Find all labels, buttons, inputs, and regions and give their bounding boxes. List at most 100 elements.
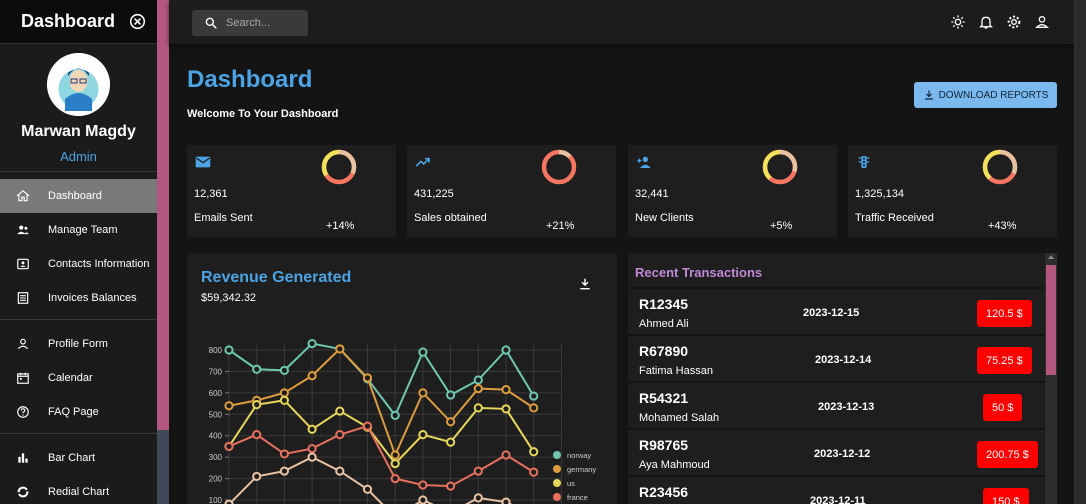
data-point xyxy=(307,338,317,349)
sidebar-item-profile-form[interactable]: Profile Form xyxy=(0,327,157,361)
page-scrollbar[interactable] xyxy=(1074,0,1086,504)
search-icon[interactable] xyxy=(204,16,218,30)
sidebar-item-label: Redial Chart xyxy=(48,486,110,498)
sidebar-item-contacts-information[interactable]: Contacts Information xyxy=(0,247,157,281)
data-point xyxy=(279,466,290,476)
legend-label: us xyxy=(567,479,575,488)
transactions-header: Recent Transactions xyxy=(628,253,1045,289)
scrollbar-thumb[interactable] xyxy=(1046,265,1056,375)
donut-icon xyxy=(17,486,29,498)
data-point xyxy=(279,395,290,405)
divider xyxy=(0,171,157,172)
sidebar-scrollbar[interactable] xyxy=(157,0,169,504)
transaction-cost: 150 $ xyxy=(983,488,1029,504)
help-icon xyxy=(17,406,29,418)
data-point xyxy=(473,403,483,413)
y-tick-label: 800 xyxy=(209,346,223,355)
transaction-id: R67890 xyxy=(639,343,689,359)
data-point xyxy=(529,391,539,401)
sidebar-item-redial-chart[interactable]: Redial Chart xyxy=(0,475,157,504)
data-point xyxy=(390,473,400,484)
avatar xyxy=(47,53,110,116)
data-point xyxy=(418,495,428,504)
settings-icon[interactable] xyxy=(1006,14,1022,30)
transaction-row: R67890 Fatima Hassan 2023-12-14 75.25 $ xyxy=(628,338,1045,383)
notifications-icon[interactable] xyxy=(978,14,994,30)
stat-card-emails: 12,361 Emails Sent +14% xyxy=(187,145,396,237)
account-icon[interactable] xyxy=(1034,14,1050,30)
stat-card-traffic: 1,325,134 Traffic Received +43% xyxy=(848,145,1057,237)
sidebar-item-label: Dashboard xyxy=(48,190,102,202)
data-point xyxy=(362,373,373,383)
legend-swatch xyxy=(553,465,561,473)
stat-value: 1,325,134 xyxy=(855,188,904,200)
data-point xyxy=(529,447,539,457)
sidebar-item-label: Profile Form xyxy=(48,338,108,350)
light-mode-icon[interactable] xyxy=(950,14,966,30)
download-icon xyxy=(924,90,933,100)
contacts-icon xyxy=(17,258,29,270)
transaction-user: Fatima Hassan xyxy=(639,365,713,377)
receipt-icon xyxy=(17,292,29,304)
person-add-icon xyxy=(637,156,651,168)
data-point xyxy=(390,450,400,460)
sidebar-item-bar-chart[interactable]: Bar Chart xyxy=(0,441,157,475)
search-input[interactable] xyxy=(226,14,304,32)
sidebar-title: Dashboard xyxy=(21,11,116,31)
data-point xyxy=(362,421,373,431)
sidebar-item-label: Manage Team xyxy=(48,224,118,236)
search-box[interactable] xyxy=(192,10,308,36)
data-point xyxy=(390,410,400,420)
stat-change: +14% xyxy=(326,220,355,232)
data-point xyxy=(473,375,483,385)
sidebar-item-manage-team[interactable]: Manage Team xyxy=(0,213,157,247)
sidebar-item-invoices-balances[interactable]: Invoices Balances xyxy=(0,281,157,315)
sidebar-item-faq-page[interactable]: FAQ Page xyxy=(0,395,157,429)
legend-label: norway xyxy=(567,451,591,460)
sidebar: Dashboard Marwan Magdy Admin Dashboard M… xyxy=(0,0,157,504)
data-point xyxy=(501,450,511,460)
data-point xyxy=(252,471,262,482)
sidebar-item-label: Contacts Information xyxy=(48,258,150,270)
transaction-row: R54321 Mohamed Salah 2023-12-13 50 $ xyxy=(628,385,1045,430)
sidebar-item-dashboard[interactable]: Dashboard xyxy=(0,179,157,213)
y-tick-label: 200 xyxy=(209,475,223,484)
data-point xyxy=(335,344,345,354)
stat-label: Traffic Received xyxy=(855,212,934,224)
transactions-scrollbar[interactable] xyxy=(1045,253,1057,504)
people-icon xyxy=(17,225,29,235)
transaction-id: R54321 xyxy=(639,390,689,406)
sidebar-item-label: Bar Chart xyxy=(48,452,96,464)
data-point xyxy=(307,443,317,454)
data-point xyxy=(335,430,345,440)
data-point xyxy=(307,452,317,462)
download-icon[interactable] xyxy=(578,277,592,291)
transaction-id: R23456 xyxy=(639,484,689,500)
data-point xyxy=(252,430,262,440)
transaction-date: 2023-12-11 xyxy=(810,495,866,504)
stat-change: +5% xyxy=(770,220,793,232)
transactions-title: Recent Transactions xyxy=(635,265,763,280)
data-point xyxy=(446,437,456,447)
data-point xyxy=(529,403,539,413)
sidebar-item-calendar[interactable]: Calendar xyxy=(0,361,157,395)
data-point xyxy=(390,458,400,469)
revenue-line-chart: 100 200 300 400 500 600 700 800 norway germany us f… xyxy=(209,338,596,504)
transaction-date: 2023-12-14 xyxy=(815,354,872,366)
data-point xyxy=(473,466,483,476)
transaction-id: R12345 xyxy=(639,296,689,312)
user-name: Marwan Magdy xyxy=(21,123,136,140)
transaction-user: Ahmed Ali xyxy=(639,318,689,330)
person-icon xyxy=(17,338,29,350)
y-tick-label: 400 xyxy=(209,432,223,441)
stat-label: Emails Sent xyxy=(194,212,253,224)
data-point xyxy=(473,383,483,394)
close-icon[interactable] xyxy=(129,13,146,30)
app: Dashboard Marwan Magdy Admin Dashboard M… xyxy=(0,0,1086,504)
y-tick-label: 600 xyxy=(209,389,223,398)
download-reports-button[interactable]: DOWNLOAD REPORTS xyxy=(914,82,1057,108)
data-point xyxy=(307,424,317,434)
data-point xyxy=(418,388,428,398)
data-point xyxy=(473,493,483,503)
sidebar-item-label: Calendar xyxy=(48,372,93,384)
